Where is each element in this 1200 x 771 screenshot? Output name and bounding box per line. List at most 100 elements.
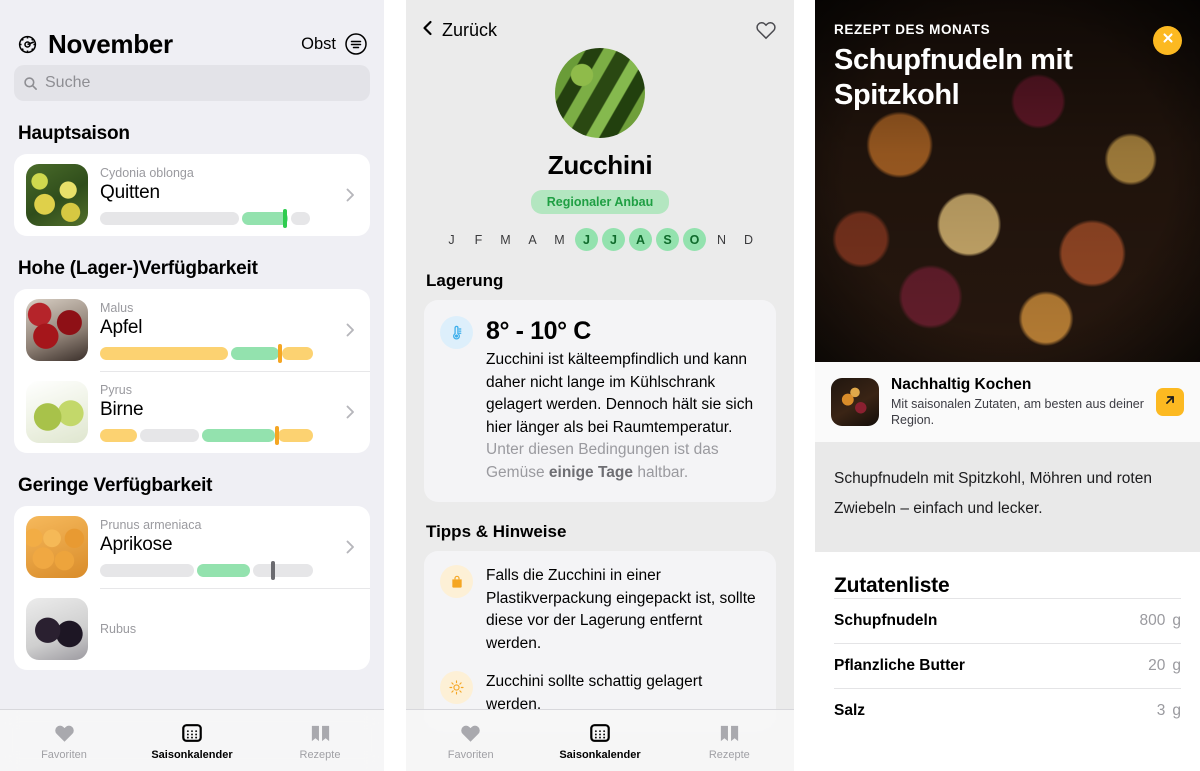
tab-label: Rezepte [299,748,341,761]
thermometer-icon [440,316,473,349]
month-chip-active[interactable]: A [629,228,652,251]
month-chip[interactable]: F [467,228,490,251]
tab-bar: Favoriten Saisonkalender Rezepte [406,709,794,771]
latin-name: Rubus [100,622,137,636]
availability-bar [100,209,313,228]
page-title: November [48,28,173,59]
ingredient-value: 20 [1148,657,1166,674]
tab-saisonkalender[interactable]: Saisonkalender [535,721,664,761]
recipe-hero-image: REZEPT DES MONATS Schupfnudeln mit Spitz… [815,0,1200,362]
month-chip[interactable]: D [737,228,760,251]
calendar-icon [589,721,611,746]
recipe-title: Schupfnudeln mit Spitzkohl [834,44,1073,111]
list-item[interactable]: Prunus armeniaca Aprikose [14,506,370,588]
filter-list-icon[interactable] [344,32,368,56]
ingredient-row: Pflanzliche Butter 20 g [834,643,1181,688]
ingredient-amount: 800 g [1140,612,1182,630]
bag-icon [440,565,473,598]
tab-favoriten[interactable]: Favoriten [406,721,535,761]
list-item[interactable]: Rubus [14,588,370,670]
storage-card: 8° - 10° C Zucchini ist kälteempfindlich… [424,300,776,502]
ingredient-amount: 20 g [1148,657,1181,675]
list-card-hohe-verfuegbarkeit: Malus Apfel Pyrus Birne [14,289,370,453]
month-chip-active[interactable]: S [656,228,679,251]
calendar-icon [181,721,203,746]
month-chip[interactable]: N [710,228,733,251]
chevron-right-icon [342,322,358,338]
promo-open-button[interactable] [1156,388,1184,416]
storage-note-emphasis: einige Tage [548,463,634,481]
recipe-kicker: REZEPT DES MONATS [834,22,991,37]
latin-name: Pyrus [100,383,132,397]
panel-saisonkalender: November Obst Suche Hauptsaison Cydonia … [0,0,384,771]
three-panel-screenshot: November Obst Suche Hauptsaison Cydonia … [0,0,1200,771]
chevron-right-icon [342,404,358,420]
panel-gap [384,0,406,771]
section-header-tipps: Tipps & Hinweise [426,522,567,541]
ingredient-unit: g [1172,612,1181,629]
regional-badge: Regionaler Anbau [530,190,670,214]
detail-nav-bar: Zurück [406,0,794,44]
book-icon [309,721,332,746]
list-item-body: Malus Apfel [100,300,336,363]
tab-label: Rezepte [708,748,750,761]
close-button[interactable] [1153,26,1182,55]
latin-name: Prunus armeniaca [100,518,202,532]
section-header-hohe-verfuegbarkeit: Hohe (Lager-)Verfügbarkeit [18,258,258,279]
month-chip-active[interactable]: J [575,228,598,251]
back-button-label: Zurück [442,19,498,40]
list-item-body: Prunus armeniaca Aprikose [100,517,336,580]
promo-subtitle: Mit saisonalen Zutaten, am besten aus de… [891,397,1144,427]
tab-label: Favoriten [447,748,494,761]
list-item[interactable]: Cydonia oblonga Quitten [14,154,370,236]
ingredient-name: Pflanzliche Butter [834,657,965,674]
tab-bar: Favoriten Saisonkalender Rezepte [0,709,384,771]
ingredient-value: 800 [1139,612,1166,629]
back-button[interactable]: Zurück [420,19,497,42]
tips-card: Falls die Zucchini in einer Plastikverpa… [424,551,776,732]
tab-saisonkalender[interactable]: Saisonkalender [128,721,256,761]
heart-icon [53,721,76,746]
panel-gap [794,0,815,771]
tab-rezepte[interactable]: Rezepte [665,721,794,761]
list-item-body: Pyrus Birne [100,382,336,445]
tab-label: Saisonkalender [151,748,233,761]
tab-rezepte[interactable]: Rezepte [256,721,384,761]
ingredient-unit: g [1172,657,1181,674]
detail-hero: Zucchini Regionaler Anbau J F M A M J J … [406,44,794,251]
search-placeholder: Suche [45,74,91,91]
list-item[interactable]: Pyrus Birne [14,371,370,453]
latin-name: Cydonia oblonga [100,166,194,180]
ingredient-value: 3 [1156,702,1166,719]
ingredient-row: Salz 3 g [834,688,1181,733]
availability-bar [100,344,313,363]
month-strip: J F M A M J J A S O N D [440,228,760,251]
month-chip[interactable]: A [521,228,544,251]
availability-bar [100,561,313,580]
month-chip[interactable]: J [440,228,463,251]
heart-outline-icon[interactable] [754,18,778,42]
ingredient-unit: g [1172,702,1181,719]
promo-banner[interactable]: Nachhaltig Kochen Mit saisonalen Zutaten… [815,362,1200,442]
tab-favoriten[interactable]: Favoriten [0,721,128,761]
month-chip[interactable]: M [548,228,571,251]
recipe-description: Schupfnudeln mit Spitzkohl, Möhren und r… [815,442,1200,552]
month-chip-active[interactable]: J [602,228,625,251]
panel-recipe: REZEPT DES MONATS Schupfnudeln mit Spitz… [815,0,1200,771]
tip-text: Falls die Zucchini in einer Plastikverpa… [486,567,756,652]
storage-temperature: 8° - 10° C [486,317,591,345]
ingredient-name: Salz [834,702,866,719]
storage-description: Zucchini ist kälteempfindlich und kann d… [486,351,754,436]
storage-card-body: 8° - 10° C Zucchini ist kälteempfindlich… [486,316,760,484]
produce-hero-image [555,48,645,138]
list-card-hauptsaison: Cydonia oblonga Quitten [14,154,370,236]
month-chip[interactable]: M [494,228,517,251]
category-filter-button[interactable]: Obst [301,32,368,56]
produce-thumbnail [26,598,88,660]
list-item[interactable]: Malus Apfel [14,289,370,371]
gear-icon[interactable] [16,33,39,56]
storage-note-post: haltbar. [633,463,689,481]
search-input[interactable]: Suche [14,65,370,101]
produce-thumbnail [26,381,88,443]
month-chip-active[interactable]: O [683,228,706,251]
